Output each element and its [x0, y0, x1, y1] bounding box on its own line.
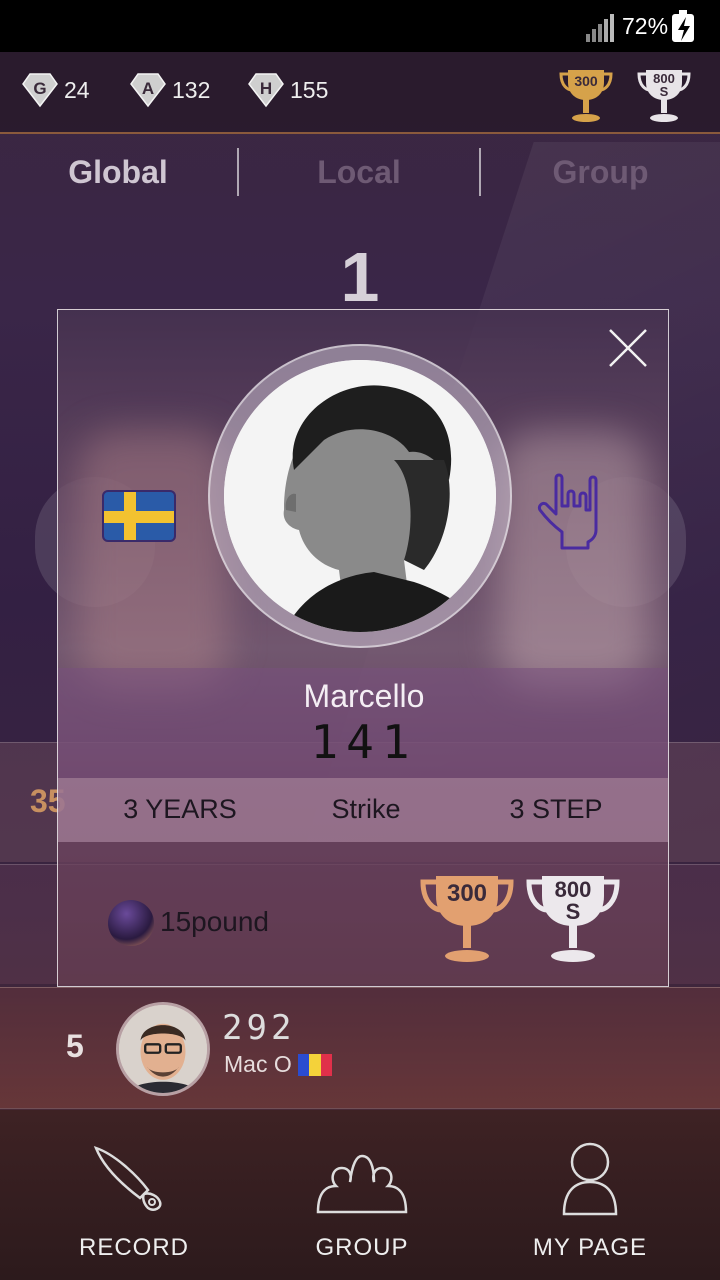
profile-photo-ring — [208, 344, 512, 648]
svg-text:G: G — [33, 79, 46, 98]
bowling-ball-icon — [108, 900, 154, 946]
ball-weight: 15pound — [160, 906, 270, 937]
sweden-flag-icon — [102, 490, 176, 542]
blur-decor — [498, 430, 648, 690]
bottom-nav: RECORD GROUP MY PAGE — [0, 1110, 720, 1280]
stat-a: A 132 — [130, 72, 210, 108]
svg-text:S: S — [660, 84, 669, 99]
trophy-800s-icon: 800 S — [526, 876, 620, 962]
nav-my-page-label: MY PAGE — [532, 1234, 648, 1261]
status-bar: 72% — [0, 0, 720, 52]
trophy-800s-icon[interactable]: 800 S — [636, 64, 692, 124]
stat-a-value: 132 — [172, 76, 211, 103]
svg-text:H: H — [260, 79, 272, 98]
stat-g: G 24 — [22, 72, 90, 108]
row-player-name: Mac O — [224, 1051, 292, 1077]
close-icon[interactable] — [606, 326, 650, 370]
brush-icon — [93, 1145, 162, 1211]
experience-value: 3 YEARS — [123, 794, 237, 824]
nav-my-page[interactable]: MY PAGE — [470, 1110, 710, 1280]
romania-flag-icon — [298, 1054, 332, 1076]
stat-g-value: 24 — [64, 76, 90, 103]
rock-hand-icon — [538, 473, 598, 550]
battery-percent: 72% — [622, 13, 669, 39]
a-badge-icon: A — [130, 73, 166, 108]
tab-global[interactable]: Global — [0, 142, 236, 214]
svg-text:A: A — [142, 79, 154, 98]
profile-popup: Marcello 141 3 YEARS Strike 3 STEP 15pou… — [57, 309, 669, 987]
top-stats-bar: G 24 A 132 H 155 300 800 S — [0, 52, 720, 134]
svg-text:300: 300 — [574, 73, 598, 89]
group-icon — [316, 1154, 408, 1214]
signal-icon — [586, 14, 614, 42]
battery-icon — [672, 10, 694, 42]
row-rank: 5 — [66, 1028, 84, 1064]
player-score: 141 — [310, 715, 418, 769]
nav-group-label: GROUP — [315, 1234, 409, 1261]
svg-text:300: 300 — [447, 880, 487, 907]
trophy-300-icon[interactable]: 300 — [558, 64, 614, 124]
avatar — [116, 1002, 210, 1096]
player-name: Marcello — [303, 678, 425, 714]
g-badge-icon: G — [22, 73, 58, 108]
stat-h: H 155 — [248, 72, 328, 108]
trophy-300-icon: 300 — [420, 876, 514, 962]
stat-h-value: 155 — [290, 76, 329, 103]
h-badge-icon: H — [248, 73, 284, 108]
svg-text:S: S — [566, 899, 581, 924]
nav-record-label: RECORD — [78, 1234, 189, 1261]
profile-photo — [224, 360, 496, 632]
top-rank-number: 1 — [340, 238, 380, 316]
tab-local[interactable]: Local — [239, 142, 479, 214]
tab-group[interactable]: Group — [481, 142, 720, 214]
nav-group[interactable]: GROUP — [242, 1110, 482, 1280]
nav-record[interactable]: RECORD — [14, 1110, 254, 1280]
row-score: 292 — [222, 1008, 296, 1048]
scope-tabs: Global Local Group — [0, 142, 720, 214]
app-screen: G 24 A 132 H 155 300 800 S Global Local … — [0, 52, 720, 1280]
person-icon — [562, 1142, 618, 1216]
style-value: Strike — [331, 794, 401, 824]
leaderboard-row-5[interactable]: 5 292 Mac O — [0, 987, 720, 1109]
blur-decor — [78, 430, 228, 690]
approach-value: 3 STEP — [509, 794, 603, 824]
